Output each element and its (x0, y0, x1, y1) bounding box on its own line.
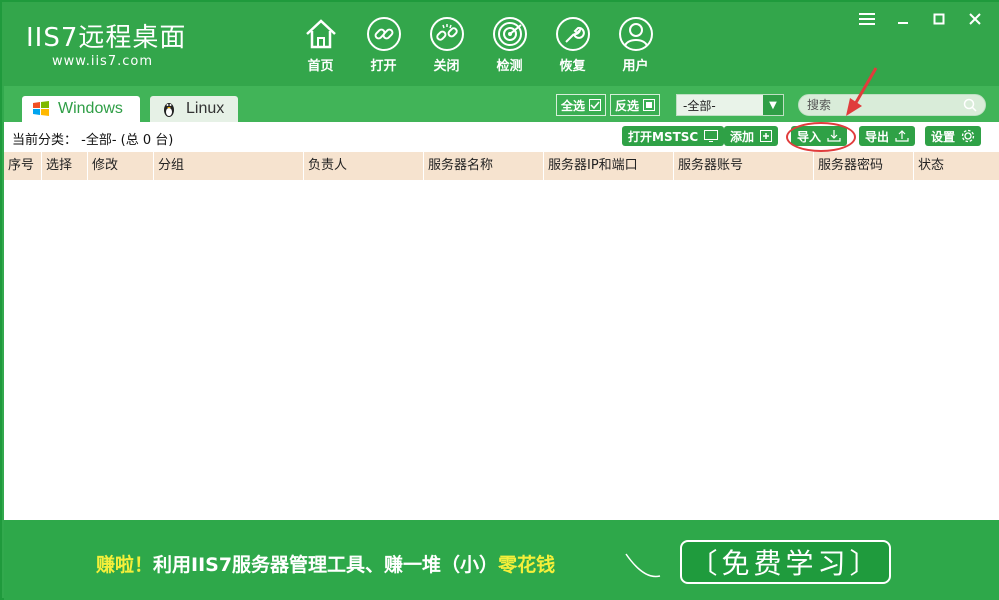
minimize-button[interactable] (885, 8, 921, 30)
settings-button[interactable]: 设置 (925, 126, 982, 146)
tab-strip: Windows Linux 全选 反选 -全部- ▼ (4, 86, 999, 122)
open-mstsc-button[interactable]: 打开MSTSC (622, 126, 725, 146)
broken-link-icon (429, 17, 464, 51)
col-select[interactable]: 选择 (42, 152, 88, 180)
logo-title: IIS7远程桌面 (26, 23, 187, 53)
linux-penguin-icon (164, 103, 174, 117)
minimize-icon (898, 22, 908, 24)
invert-select-button[interactable]: 反选 (610, 94, 661, 116)
checkbox-checked-icon (589, 99, 602, 111)
nav-open[interactable]: 打开 (352, 16, 415, 74)
add-button[interactable]: 添加 (724, 126, 779, 146)
upload-icon (895, 130, 909, 142)
user-icon (618, 17, 653, 51)
nav-home[interactable]: 首页 (289, 16, 352, 74)
export-label: 导出 (865, 129, 890, 144)
import-button[interactable]: 导入 (791, 126, 848, 146)
free-learn-button[interactable]: 〔免费学习〕 (680, 540, 891, 584)
nav-user-label: 用户 (622, 59, 649, 74)
nav-open-label: 打开 (370, 59, 397, 74)
nav-close[interactable]: 关闭 (415, 16, 478, 74)
search-box (798, 94, 986, 116)
col-server-account[interactable]: 服务器账号 (674, 152, 814, 180)
promo-text: 赚啦！利用IIS7服务器管理工具、赚一堆（小）零花钱 (96, 550, 555, 577)
chevron-down-icon[interactable]: ▼ (763, 95, 783, 115)
add-label: 添加 (730, 129, 755, 144)
maximize-icon (933, 13, 945, 25)
nav-detect[interactable]: 检测 (478, 16, 541, 74)
tab-windows-label: Windows (58, 100, 123, 117)
wrench-icon (555, 17, 590, 51)
invert-select-label: 反选 (615, 98, 640, 113)
promo-banner: 赚啦！利用IIS7服务器管理工具、赚一堆（小）零花钱 〔免费学习〕 (4, 520, 999, 600)
gear-icon (961, 129, 975, 143)
menu-button[interactable] (849, 8, 885, 30)
import-label: 导入 (797, 129, 822, 144)
nav-close-label: 关闭 (433, 59, 460, 74)
col-group[interactable]: 分组 (154, 152, 304, 180)
select-all-label: 全选 (561, 98, 586, 113)
logo-url: www.iis7.com (52, 54, 154, 69)
maximize-button[interactable] (921, 8, 957, 30)
select-all-button[interactable]: 全选 (556, 94, 607, 116)
col-index[interactable]: 序号 (4, 152, 42, 180)
nav-user[interactable]: 用户 (604, 16, 667, 74)
search-icon[interactable] (963, 98, 977, 112)
category-status: 当前分类： -全部- (总 0 台) (12, 133, 174, 148)
header-bar: IIS7远程桌面 www.iis7.com 首页 打开 关闭 检测 恢复 用户 (2, 2, 999, 86)
tab-linux-label: Linux (186, 100, 225, 117)
main-nav: 首页 打开 关闭 检测 恢复 用户 (289, 16, 667, 74)
export-button[interactable]: 导出 (859, 126, 916, 146)
window-controls (849, 8, 993, 30)
search-input[interactable] (807, 98, 957, 112)
close-window-button[interactable] (957, 8, 993, 30)
hamburger-icon (859, 13, 875, 25)
app-window: IIS7远程桌面 www.iis7.com 首页 打开 关闭 检测 恢复 用户 … (0, 0, 999, 600)
radar-icon (492, 17, 527, 51)
tab-linux[interactable]: Linux (150, 96, 238, 122)
link-icon (366, 17, 401, 51)
nav-restore-label: 恢复 (559, 59, 586, 74)
table-header: 序号 选择 修改 分组 负责人 服务器名称 服务器IP和端口 服务器账号 服务器… (4, 152, 999, 180)
group-dropdown-value: -全部- (683, 98, 716, 113)
action-toolbar: 当前分类： -全部- (总 0 台) 打开MSTSC 添加 导入 导出 设置 (4, 122, 999, 152)
tab-windows[interactable]: Windows (22, 96, 140, 122)
swoosh-decoration (625, 553, 661, 578)
group-dropdown[interactable]: -全部- ▼ (676, 94, 784, 116)
monitor-icon (704, 130, 719, 142)
col-server-password[interactable]: 服务器密码 (814, 152, 914, 180)
nav-detect-label: 检测 (496, 59, 523, 74)
app-logo: IIS7远程桌面 www.iis7.com (26, 24, 186, 69)
col-owner[interactable]: 负责人 (304, 152, 424, 180)
add-icon (760, 130, 773, 142)
nav-restore[interactable]: 恢复 (541, 16, 604, 74)
promo-highlight: 零花钱 (498, 554, 556, 576)
promo-middle: 利用IIS7服务器管理工具、赚一堆（小） (153, 554, 499, 576)
checkbox-invert-icon (643, 99, 656, 111)
settings-label: 设置 (931, 129, 956, 144)
home-icon (305, 19, 336, 49)
col-status[interactable]: 状态 (914, 152, 999, 180)
col-server-name[interactable]: 服务器名称 (424, 152, 544, 180)
promo-lead: 赚啦！ (96, 554, 154, 576)
download-icon (827, 130, 841, 142)
col-server-ip-port[interactable]: 服务器IP和端口 (544, 152, 674, 180)
content-area: 当前分类： -全部- (总 0 台) 打开MSTSC 添加 导入 导出 设置 序… (4, 122, 999, 520)
col-edit[interactable]: 修改 (88, 152, 154, 180)
open-mstsc-label: 打开MSTSC (628, 129, 699, 144)
windows-logo-icon (33, 101, 49, 116)
close-icon (969, 13, 981, 25)
nav-home-label: 首页 (307, 59, 334, 74)
